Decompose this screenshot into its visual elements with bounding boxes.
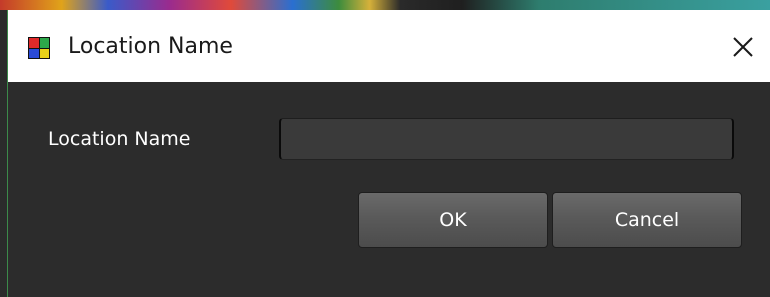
app-grid-icon	[28, 37, 50, 59]
close-icon	[733, 37, 753, 57]
background-window-strip	[0, 0, 770, 10]
window-title: Location Name	[68, 34, 233, 59]
close-button[interactable]	[714, 28, 770, 68]
location-name-label: Location Name	[48, 128, 191, 150]
location-name-input[interactable]	[279, 118, 734, 160]
cancel-button[interactable]: Cancel	[552, 192, 742, 248]
location-name-dialog: Location Name Location Name OK Cancel	[8, 10, 770, 297]
ok-button[interactable]: OK	[358, 192, 548, 248]
title-bar: Location Name	[8, 10, 770, 82]
